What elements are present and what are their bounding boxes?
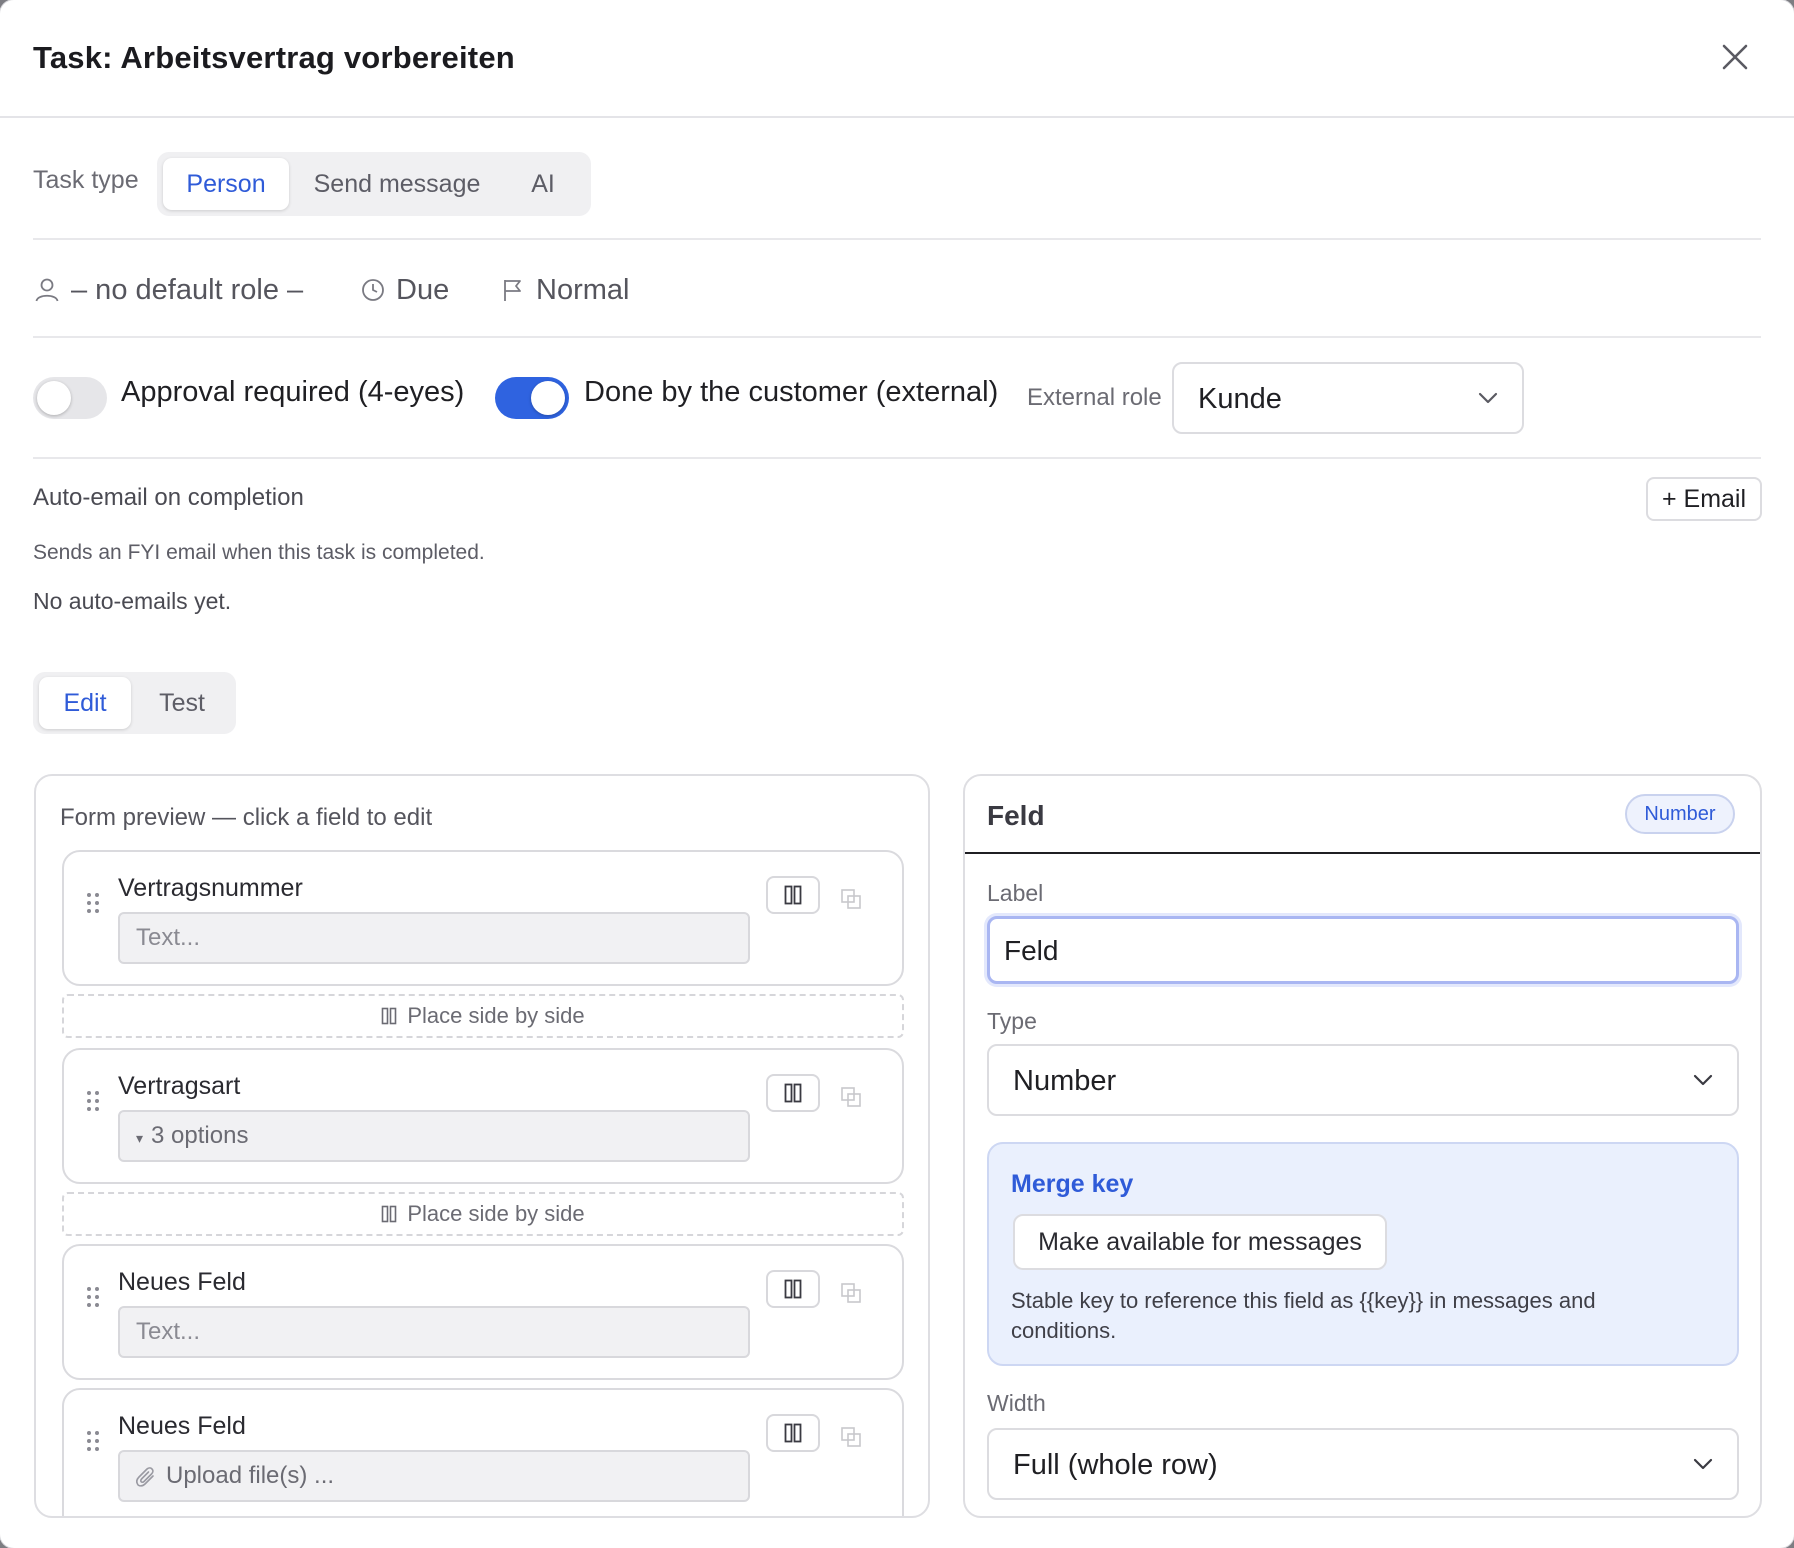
chevron-down-icon — [1693, 1074, 1713, 1086]
auto-email-title: Auto-email on completion — [33, 484, 304, 511]
width-select-value: Full (whole row) — [1013, 1449, 1218, 1481]
external-role-value: Kunde — [1198, 383, 1282, 415]
label-caption: Label — [987, 880, 1044, 906]
external-toggle[interactable] — [495, 377, 569, 419]
merge-key-help: Stable key to reference this field as {{… — [1011, 1288, 1596, 1343]
columns-icon — [382, 1007, 397, 1025]
field-input-preview: ▾ 3 options — [118, 1110, 750, 1162]
chevron-down-icon — [1478, 392, 1498, 404]
role-selector[interactable]: – no default role – — [33, 268, 303, 312]
field-label: Vertragsnummer — [118, 874, 303, 902]
field-label: Neues Feld — [118, 1412, 246, 1440]
external-role-label: External role — [1027, 384, 1162, 411]
duplicate-icon[interactable] — [840, 1086, 862, 1108]
merge-key-title: Merge key — [1011, 1170, 1134, 1198]
field-input-preview: Upload file(s) ... — [118, 1450, 750, 1502]
form-field-card[interactable]: Neues Feld Upload file(s) ... — [62, 1388, 904, 1516]
duplicate-icon[interactable] — [840, 1282, 862, 1304]
form-field-card[interactable]: Vertragsart ▾ 3 options — [62, 1048, 904, 1184]
columns-icon — [784, 1279, 802, 1299]
clock-icon — [362, 279, 384, 301]
upload-placeholder: Upload file(s) ... — [166, 1462, 335, 1489]
divider — [33, 457, 1761, 459]
approval-label: Approval required (4-eyes) — [121, 376, 465, 408]
field-label: Neues Feld — [118, 1268, 246, 1296]
field-input-preview: Text... — [118, 912, 750, 964]
type-caption: Type — [987, 1008, 1037, 1034]
columns-button[interactable] — [766, 876, 820, 914]
drag-handle-icon[interactable] — [86, 1430, 100, 1452]
caret-down-icon: ▾ — [136, 1130, 144, 1146]
close-icon[interactable] — [1714, 36, 1756, 78]
flag-icon — [504, 280, 521, 301]
columns-button[interactable] — [766, 1414, 820, 1452]
editor-title: Feld — [987, 800, 1045, 831]
form-field-card[interactable]: Vertragsnummer Text... — [62, 850, 904, 986]
toggle-knob — [37, 381, 71, 415]
form-preview-title: Form preview — click a field to edit — [60, 804, 433, 831]
place-side-by-side-dropzone[interactable]: Place side by side — [62, 994, 904, 1038]
columns-icon — [784, 885, 802, 905]
drag-handle-icon[interactable] — [86, 1090, 100, 1112]
divider — [33, 238, 1761, 240]
divider — [33, 336, 1761, 338]
tab-edit[interactable]: Edit — [39, 677, 131, 729]
task-type-send-message[interactable]: Send message — [297, 158, 497, 210]
auto-email-empty: No auto-emails yet. — [33, 588, 232, 614]
toggle-knob — [531, 381, 565, 415]
form-field-card[interactable]: Neues Feld Text... — [62, 1244, 904, 1380]
duplicate-icon[interactable] — [840, 888, 862, 910]
merge-key-box: Merge key Make available for messages St… — [987, 1142, 1739, 1366]
user-icon — [35, 278, 59, 302]
make-available-button[interactable]: Make available for messages — [1013, 1214, 1387, 1270]
label-input[interactable]: Feld — [987, 916, 1739, 984]
columns-icon — [784, 1423, 802, 1443]
task-type-segmented: Person Send message AI — [157, 152, 591, 216]
field-editor-panel: Feld Number Label Feld Type Number Merge… — [963, 774, 1762, 1518]
due-selector[interactable]: Due — [360, 268, 449, 312]
dialog-header: Task: Arbeitsvertrag vorbereiten — [0, 0, 1794, 118]
duplicate-icon[interactable] — [840, 1426, 862, 1448]
priority-value: Normal — [536, 273, 630, 306]
type-select[interactable]: Number — [987, 1044, 1739, 1116]
tab-test[interactable]: Test — [135, 677, 229, 729]
chevron-down-icon — [1693, 1458, 1713, 1470]
role-value: – no default role – — [71, 273, 304, 306]
place-side-by-side-label: Place side by side — [407, 1003, 585, 1028]
external-role-select[interactable]: Kunde — [1172, 362, 1524, 434]
paperclip-icon — [135, 1466, 154, 1487]
columns-icon — [784, 1083, 802, 1103]
place-side-by-side-dropzone[interactable]: Place side by side — [62, 1192, 904, 1236]
mode-tabs: Edit Test — [33, 672, 236, 734]
columns-icon — [382, 1205, 397, 1223]
field-label: Vertragsart — [118, 1072, 241, 1100]
field-input-preview: Text... — [118, 1306, 750, 1358]
add-email-button[interactable]: + Email — [1646, 477, 1762, 521]
drag-handle-icon[interactable] — [86, 1286, 100, 1308]
external-label: Done by the customer (external) — [584, 376, 999, 408]
task-dialog: Task: Arbeitsvertrag vorbereiten Task ty… — [0, 0, 1794, 1548]
approval-toggle[interactable] — [33, 377, 107, 419]
due-value: Due — [396, 273, 450, 306]
width-select[interactable]: Full (whole row) — [987, 1428, 1739, 1500]
editor-header: Feld Number — [965, 776, 1760, 854]
type-select-value: Number — [1013, 1065, 1117, 1097]
drag-handle-icon[interactable] — [86, 892, 100, 914]
width-caption: Width — [987, 1390, 1046, 1416]
form-preview-panel: Form preview — click a field to edit Ver… — [34, 774, 930, 1518]
priority-selector[interactable]: Normal — [500, 268, 629, 312]
task-type-person[interactable]: Person — [163, 158, 289, 210]
columns-button[interactable] — [766, 1074, 820, 1112]
task-type-ai[interactable]: AI — [503, 158, 583, 210]
auto-email-description: Sends an FYI email when this task is com… — [33, 541, 485, 564]
dialog-title: Task: Arbeitsvertrag vorbereiten — [33, 40, 515, 75]
task-type-label: Task type — [33, 166, 139, 194]
place-side-by-side-label: Place side by side — [407, 1201, 585, 1226]
columns-button[interactable] — [766, 1270, 820, 1308]
options-count: 3 options — [151, 1122, 249, 1149]
label-input-value: Feld — [1004, 935, 1059, 966]
type-badge: Number — [1625, 794, 1735, 834]
